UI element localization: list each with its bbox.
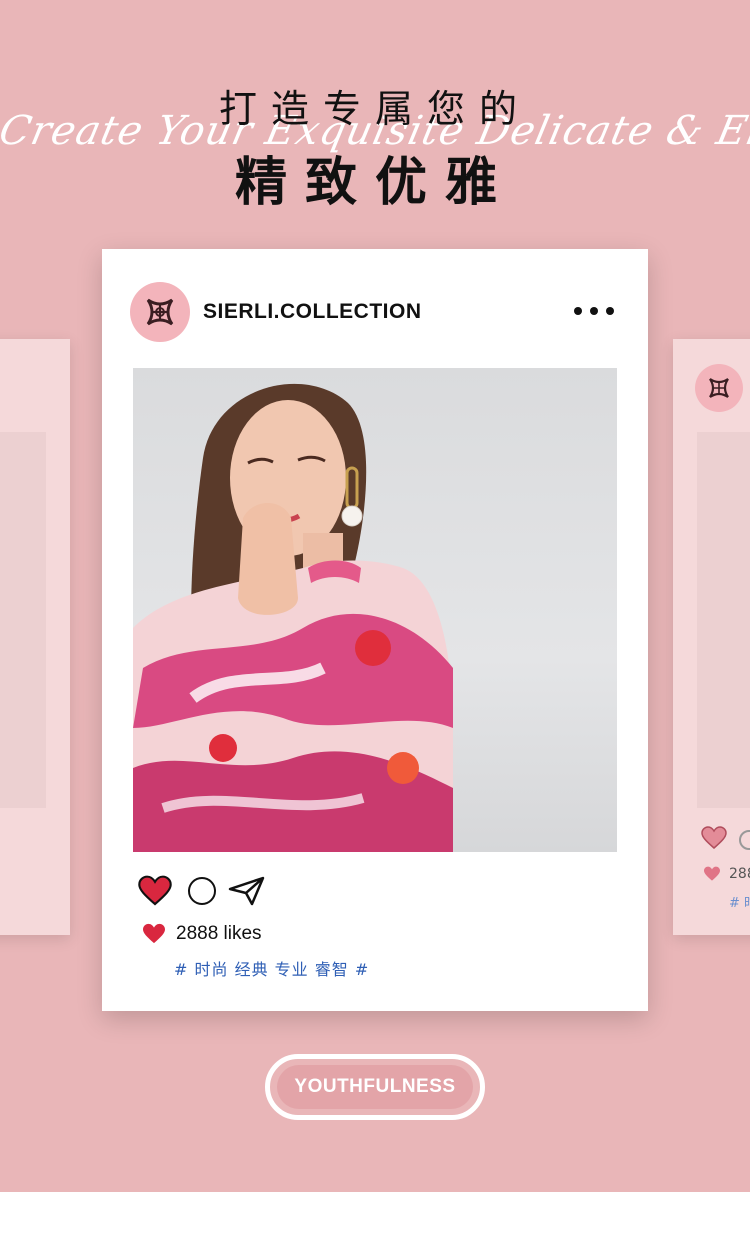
youthfulness-badge[interactable]: YOUTHFULNESS xyxy=(265,1054,485,1120)
ellipsis-icon[interactable] xyxy=(574,299,614,323)
heart-icon xyxy=(703,866,721,886)
post-card: SIERLI.COLLECTION 2888 likes # 时尚 经典 专业 … xyxy=(102,249,648,1011)
share-send-icon[interactable] xyxy=(228,875,266,911)
post-hashtags[interactable]: # 时尚 经典 专业 睿智 # xyxy=(174,956,369,980)
comment-icon xyxy=(739,830,750,850)
badge-label: YOUTHFULNESS xyxy=(277,1065,473,1109)
headline-main: 精致优雅 xyxy=(234,153,515,213)
side-photo-placeholder xyxy=(0,432,46,808)
model-illustration xyxy=(133,383,453,852)
side-hashtags: # 时 xyxy=(729,896,750,911)
heart-outline-icon xyxy=(701,826,727,854)
comment-icon[interactable] xyxy=(188,877,216,905)
sierli-logo-icon[interactable] xyxy=(130,282,190,342)
sierli-logo-icon xyxy=(695,364,743,412)
headline-top: 打造专属您的 xyxy=(218,87,531,131)
model-photo xyxy=(133,368,617,852)
side-photo-placeholder xyxy=(697,432,750,808)
page-background: 打造专属您的 Create Your Exquisite Delicate & … xyxy=(0,0,750,1192)
likes-count[interactable]: 2888 likes xyxy=(176,923,262,945)
heart-icon xyxy=(142,923,166,949)
like-heart-icon[interactable] xyxy=(138,875,172,911)
side-post-card-right: 288 # 时 xyxy=(673,339,750,935)
account-username[interactable]: SIERLI.COLLECTION xyxy=(203,300,422,324)
side-likes-count: 288 xyxy=(729,866,750,882)
side-post-card-left xyxy=(0,339,70,935)
